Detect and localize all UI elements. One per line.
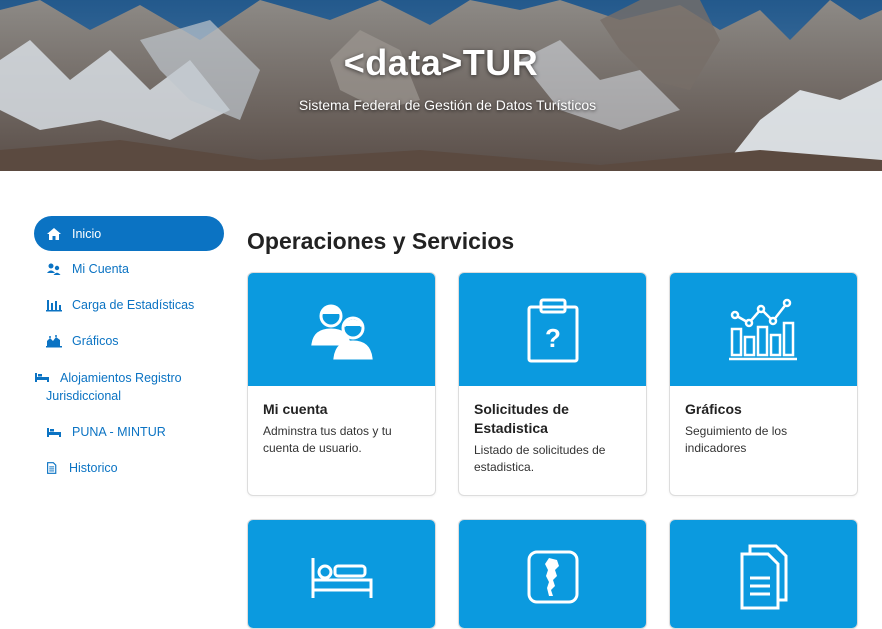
sidebar-item-inicio[interactable]: Inicio — [34, 216, 224, 251]
svg-text:?: ? — [545, 323, 561, 353]
area-chart-icon — [46, 335, 62, 348]
site-subtitle: Sistema Federal de Gestión de Datos Turí… — [298, 97, 597, 113]
argentina-map-icon — [527, 550, 578, 603]
sidebar-item-label: Carga de Estadísticas — [72, 298, 195, 312]
bar-chart-icon — [46, 300, 62, 312]
home-icon — [47, 227, 61, 240]
card-historico[interactable] — [669, 519, 858, 629]
card-graficos[interactable]: Gráficos Seguimiento de los indicadores — [669, 272, 858, 496]
card-description: Listado de solicitudes de estadistica. — [474, 443, 606, 474]
sidebar-item-label: Alojamientos Registro Jurisdiccional — [46, 371, 182, 403]
chart-icon — [728, 298, 797, 360]
sidebar-item-label: PUNA - MINTUR — [72, 425, 166, 439]
sidebar-item-label: Historico — [69, 461, 118, 475]
sidebar-nav: Inicio Mi Cuenta Carga de Estadísticas G… — [34, 216, 224, 486]
card-alojamientos[interactable] — [247, 519, 436, 629]
sidebar-item-label: Gráficos — [72, 334, 119, 348]
document-icon — [47, 462, 57, 474]
card-title: Solicitudes de Estadistica — [474, 401, 569, 436]
sidebar-item-mi-cuenta[interactable]: Mi Cuenta — [34, 251, 224, 287]
page-title: Operaciones y Servicios — [247, 228, 515, 254]
sidebar-item-graficos[interactable]: Gráficos — [34, 323, 224, 359]
card-description: Adminstra tus datos y tu cuenta de usuar… — [263, 424, 392, 455]
sidebar-item-puna-mintur[interactable]: PUNA - MINTUR — [34, 414, 224, 450]
sidebar-item-label: Inicio — [72, 226, 102, 241]
sidebar-item-historico[interactable]: Historico — [34, 450, 224, 486]
card-mi-cuenta[interactable]: Mi cuenta Adminstra tus datos y tu cuent… — [247, 272, 436, 496]
site-title: <data>TUR — [343, 42, 539, 83]
card-solicitudes[interactable]: ? Solicitudes de Estadistica Listado de … — [458, 272, 647, 496]
bed-icon — [47, 428, 61, 437]
card-description: Seguimiento de los indicadores — [685, 424, 788, 455]
bed-icon — [35, 373, 49, 382]
sidebar-item-label: Mi Cuenta — [72, 262, 129, 276]
card-title: Mi cuenta — [263, 401, 328, 417]
clipboard-question-icon: ? — [527, 298, 578, 362]
card-title: Gráficos — [685, 401, 742, 417]
bed-icon — [311, 557, 372, 598]
documents-icon — [740, 544, 787, 609]
mountain-background — [0, 0, 882, 171]
users-icon — [310, 304, 373, 359]
sidebar-item-carga-estadisticas[interactable]: Carga de Estadísticas — [34, 287, 224, 323]
card-mapa-argentina[interactable] — [458, 519, 647, 629]
header-banner: <data>TUR Sistema Federal de Gestión de … — [0, 0, 882, 171]
sidebar-item-alojamientos[interactable]: Alojamientos Registro Jurisdiccional — [22, 359, 224, 414]
users-icon — [47, 263, 61, 275]
